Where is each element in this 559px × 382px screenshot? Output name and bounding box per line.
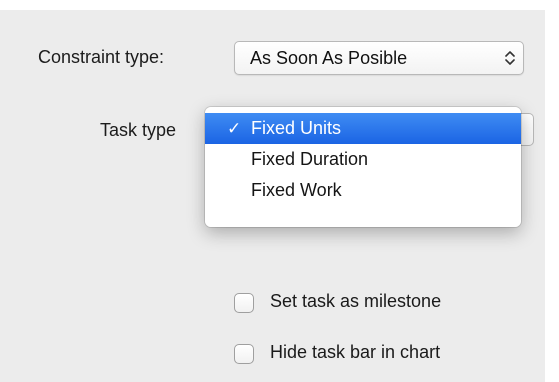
menu-item-fixed-units[interactable]: ✓ Fixed Units [205,113,521,144]
milestone-checkbox[interactable] [234,293,254,313]
constraint-type-label: Constraint type: [38,47,165,67]
task-type-menu: ✓ Fixed Units Fixed Duration Fixed Work [205,107,521,227]
constraint-type-popup[interactable]: As Soon As Posible [234,41,524,75]
top-edge [0,0,559,10]
hide-task-bar-label: Hide task bar in chart [270,342,441,362]
menu-item-label: Fixed Duration [251,149,369,169]
up-down-chevron-icon [503,48,517,68]
menu-item-fixed-work[interactable]: Fixed Work [205,175,521,206]
task-type-label: Task type [100,120,177,140]
hide-task-bar-checkbox[interactable] [234,344,254,364]
constraint-type-value: As Soon As Posible [250,48,408,68]
checkmark-icon: ✓ [227,119,242,138]
right-edge [545,0,559,382]
menu-item-label: Fixed Units [251,118,342,138]
menu-item-label: Fixed Work [251,180,342,200]
milestone-label: Set task as milestone [270,291,442,311]
menu-item-fixed-duration[interactable]: Fixed Duration [205,144,521,175]
